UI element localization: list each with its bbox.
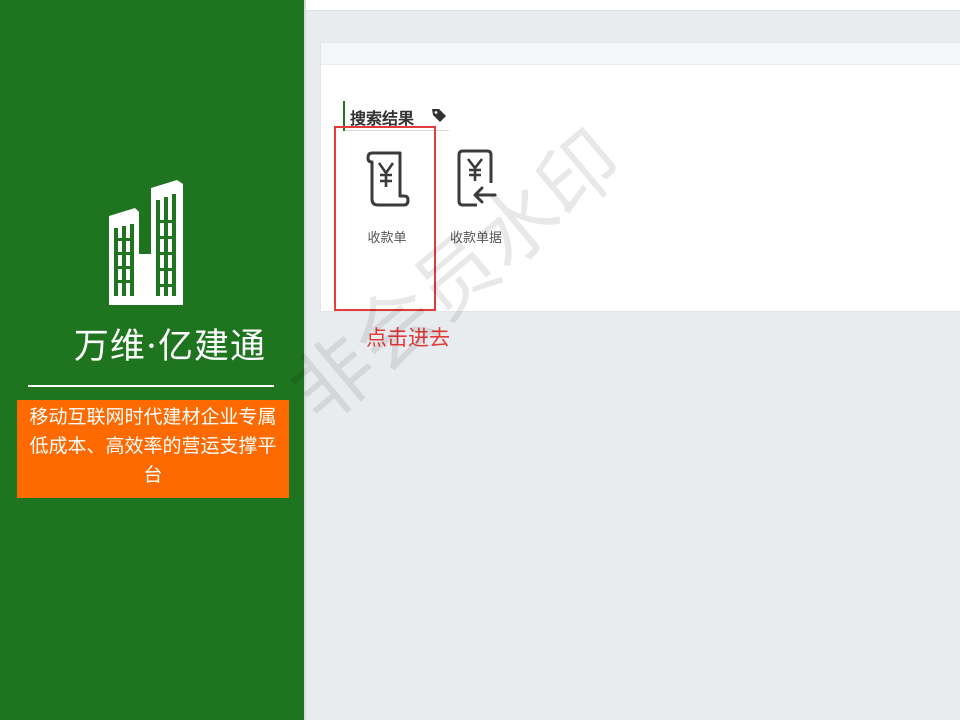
slogan-box: 移动互联网时代建材企业专属低成本、高效率的营运支撑平台 — [17, 400, 289, 498]
brand-divider-line — [28, 385, 274, 387]
brand-title: 万维·亿建通 — [73, 327, 267, 367]
building-logo-icon — [109, 180, 183, 305]
tag-icon — [432, 109, 446, 122]
top-toolbar-strip — [306, 0, 960, 11]
panel-divider — [304, 0, 306, 720]
card-header — [321, 43, 960, 65]
receipt-document-icon — [457, 149, 497, 207]
result-item-receipt-document[interactable]: 收款单据 — [438, 147, 514, 257]
result-label-receipt-document: 收款单据 — [449, 231, 502, 246]
slogan-text: 移动互联网时代建材企业专属低成本、高效率的营运支撑平台 — [29, 406, 277, 486]
brand-panel: 万维·亿建通 移动互联网时代建材企业专属低成本、高效率的营运支撑平台 — [0, 0, 304, 720]
annotation-text: 点击进去 — [366, 326, 450, 350]
highlight-box — [334, 126, 436, 311]
